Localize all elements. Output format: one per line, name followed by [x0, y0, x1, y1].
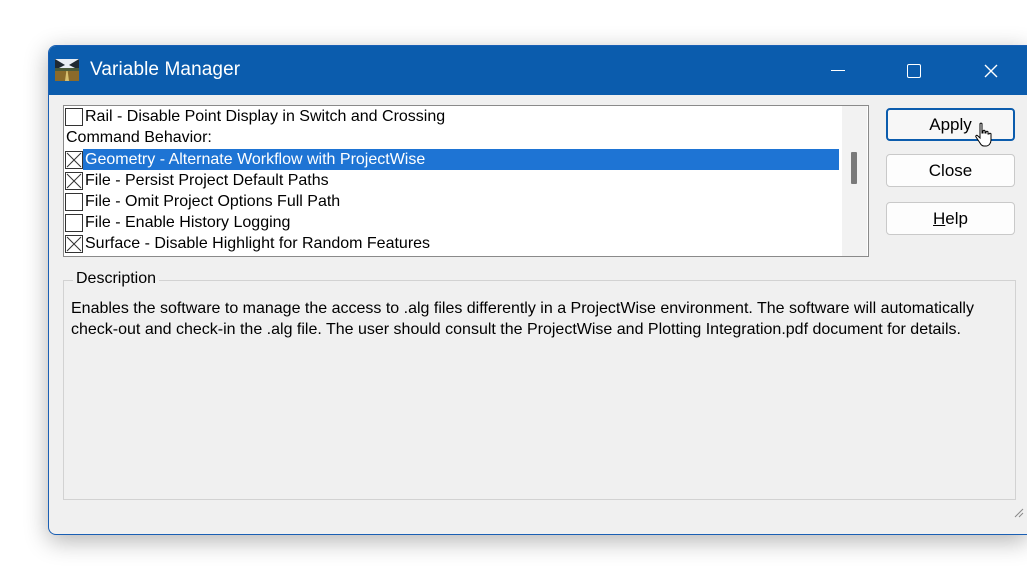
checkbox-checked[interactable]	[65, 234, 83, 253]
check-x-icon	[66, 173, 82, 188]
list-item-label: File - Enable History Logging	[85, 214, 291, 231]
scrollbar-thumb[interactable]	[851, 152, 857, 184]
help-mnemonic: H	[933, 208, 946, 228]
close-button[interactable]: Close	[886, 154, 1015, 187]
help-label-rest: elp	[945, 208, 968, 228]
minimize-button[interactable]	[809, 46, 867, 95]
description-label: Description	[73, 270, 160, 288]
list-item[interactable]: File - Enable History Logging	[65, 212, 839, 233]
help-button[interactable]: Help	[886, 202, 1015, 235]
description-text: Enables the software to manage the acces…	[71, 300, 974, 338]
close-button-label: Close	[928, 160, 973, 180]
mouse-pointer-icon	[975, 122, 992, 147]
list-scrollbar[interactable]	[842, 106, 867, 256]
list-item-label: Geometry - Alternate Workflow with Proje…	[83, 149, 839, 170]
variable-list[interactable]: Rail - Disable Point Display in Switch a…	[63, 105, 869, 257]
close-icon	[984, 64, 998, 77]
help-button-label: Help	[933, 209, 968, 229]
resize-grip-icon[interactable]	[1012, 506, 1024, 518]
check-x-icon	[66, 236, 82, 251]
checkbox-unchecked[interactable]	[65, 107, 83, 126]
checkbox-checked[interactable]	[65, 171, 83, 190]
list-item[interactable]: Geometry - Alternate Workflow with Proje…	[65, 149, 839, 170]
list-item[interactable]: Surface - Disable Highlight for Random F…	[65, 233, 839, 254]
maximize-icon	[907, 63, 921, 78]
list-item[interactable]: Rail - Disable Point Display in Switch a…	[65, 106, 839, 127]
app-icon	[55, 59, 79, 81]
minimize-icon	[831, 70, 845, 71]
title-bar[interactable]: Variable Manager	[49, 46, 1027, 95]
list-item-label: File - Persist Project Default Paths	[85, 172, 329, 189]
list-item-label: File - Omit Project Options Full Path	[85, 193, 341, 210]
check-x-icon	[66, 152, 82, 167]
list-item-label: Rail - Disable Point Display in Switch a…	[85, 108, 446, 125]
list-item[interactable]: File - Persist Project Default Paths	[65, 170, 839, 191]
list-item-label: Surface - Disable Highlight for Random F…	[85, 235, 431, 252]
list-item-label: Command Behavior:	[66, 129, 212, 146]
list-item[interactable]: File - Omit Project Options Full Path	[65, 191, 839, 212]
maximize-button[interactable]	[885, 46, 943, 95]
checkbox-unchecked[interactable]	[65, 192, 83, 211]
close-window-button[interactable]	[962, 46, 1020, 95]
checkbox-unchecked[interactable]	[65, 213, 83, 232]
apply-button-label: Apply	[929, 114, 972, 134]
window-title: Variable Manager	[90, 59, 241, 80]
variable-manager-window: Variable Manager Rail - Disable Point Di…	[48, 45, 1027, 535]
checkbox-checked[interactable]	[65, 150, 83, 169]
list-item[interactable]: Command Behavior:	[65, 127, 839, 148]
